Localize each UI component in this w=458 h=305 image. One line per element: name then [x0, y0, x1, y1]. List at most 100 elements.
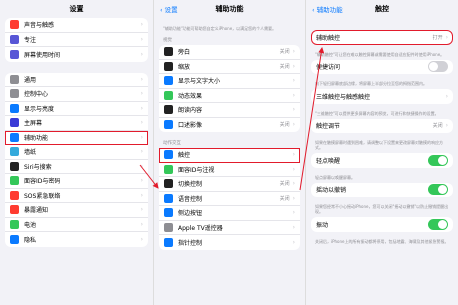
shake-to-undo-note: 如果您经常不小心摇动iPhone，您可以关闭"摇动以撤销"以防止撤销提醒出现。 [315, 204, 449, 214]
settings-row[interactable]: 面容ID与密码 › [5, 174, 148, 189]
chevron-right-icon: › [140, 21, 143, 29]
row-label: 控制中心 [24, 91, 49, 99]
audiodesc-icon [164, 120, 173, 130]
interaction-group: 触控 › 面容ID与注视 › 切换控制 关闭 › 语音控制 关闭 › 侧边按钮 › Apple TV遥控… [159, 148, 300, 250]
chevron-right-icon: › [140, 148, 143, 156]
settings-row[interactable]: 屏幕使用时间 › [5, 47, 148, 62]
row-label: 触控 [178, 152, 191, 160]
settings-row[interactable]: 旁白 关闭 › [159, 45, 300, 60]
settings-row[interactable]: Siri与搜索 › [5, 160, 148, 174]
row-label: 口述影像 [178, 122, 203, 130]
chevron-right-icon: › [445, 92, 448, 100]
settings-row[interactable]: Apple TV遥控器 › [159, 221, 300, 235]
row-label: 旁白 [178, 49, 191, 57]
vision-group: 旁白 关闭 › 缩放 关闭 › 显示与文字大小 › 动态效果 › 朗读内容 › 口述影像 关闭 › [159, 45, 300, 132]
chevron-right-icon: › [292, 77, 295, 85]
section-header-vision: 视觉 [163, 38, 172, 43]
chevron-right-icon: › [292, 238, 295, 246]
settings-panel: 设置 声音与触感 › 专注 › 屏幕使用时间 › 通用 › 控制中心 › 显示与亮度 › 主屏幕 › 辅助… [0, 0, 153, 305]
settings-row[interactable]: 触控 › [159, 148, 300, 163]
assistive-touch-group: 辅助触控 打开 › [311, 30, 453, 45]
reachability-note: 向下轻扫屏幕底部边缘，将屏幕上半部分拉至您的拇指范围内。 [315, 81, 427, 86]
row-label: 指针控制 [178, 239, 203, 247]
switch-control-icon [164, 179, 173, 189]
row-label: 语音控制 [178, 195, 203, 203]
settings-row[interactable]: 侧边按钮 › [159, 206, 300, 221]
accessibility-panel: ‹ 设置 辅助功能 "辅助功能"功能可帮助您自定义iPhone，以满足您的个人需… [153, 0, 305, 305]
sound-icon [10, 20, 19, 30]
tap-to-wake-note: 轻点屏幕以唤醒屏幕。 [315, 174, 355, 180]
settings-row[interactable]: 指针控制 › [159, 235, 300, 250]
settings-row[interactable]: 动态效果 › [159, 89, 300, 103]
chevron-right-icon: › [140, 191, 143, 199]
tap-to-wake-row: 轻点唤醒 [311, 153, 453, 168]
row-label: 隐私 [24, 236, 37, 244]
brightness-icon [10, 103, 19, 113]
settings-row[interactable]: 口述影像 关闭 › [159, 118, 300, 133]
row-label: Apple TV遥控器 [178, 224, 223, 232]
haptic-group: 三维触控与触感触控 › [311, 89, 453, 104]
row-label: 显示与文字大小 [178, 78, 221, 86]
settings-row[interactable]: 墙纸 › [5, 145, 148, 160]
faceid-icon [164, 164, 173, 174]
intro-text: "辅助功能"功能可帮助您自定义iPhone，以满足您的个人需要。 [163, 26, 277, 31]
row-label: 屏幕使用时间 [24, 51, 61, 59]
row-label: SOS紧急联络 [24, 192, 61, 200]
page-title: 设置 [69, 5, 84, 13]
row-label: 辅助功能 [24, 134, 49, 142]
row-value: 关闭 [279, 195, 290, 202]
row-label: 动态效果 [178, 92, 203, 100]
settings-row[interactable]: 辅助功能 › [5, 130, 148, 145]
chevron-right-icon: › [292, 194, 295, 202]
row-label: 缩放 [178, 63, 191, 71]
settings-group-1: 声音与触感 › 专注 › 屏幕使用时间 › [5, 18, 148, 62]
settings-row[interactable]: 暴露通知 › [5, 203, 148, 218]
settings-row[interactable]: 主屏幕 › [5, 116, 148, 131]
settings-row[interactable]: 显示与文字大小 › [159, 74, 300, 89]
row-label: 电池 [24, 221, 37, 229]
back-button[interactable]: ‹ 辅助功能 [312, 4, 343, 14]
settings-row[interactable]: 面容ID与注视 › [159, 163, 300, 177]
settings-row[interactable]: SOS紧急联络 › [5, 189, 148, 203]
settings-row[interactable]: 通用 › [5, 73, 148, 87]
shake-to-undo-row: 摇动以撤销 [311, 183, 453, 198]
settings-row[interactable]: 语音控制 关闭 › [159, 192, 300, 206]
settings-row[interactable]: 切换控制 关闭 › [159, 177, 300, 192]
settings-row[interactable]: 缩放 关闭 › [159, 60, 300, 74]
tap-to-wake-toggle[interactable] [428, 154, 448, 166]
settings-row[interactable]: 控制中心 › [5, 87, 148, 102]
settings-row[interactable]: 隐私 › [5, 232, 148, 247]
pointer-icon [164, 237, 173, 247]
row-label: 朗读内容 [178, 107, 203, 115]
textsize-icon [164, 76, 173, 86]
chevron-right-icon: › [140, 162, 143, 170]
shake-to-undo-toggle[interactable] [428, 184, 448, 196]
sos-icon [10, 190, 19, 200]
settings-row[interactable]: 电池 › [5, 218, 148, 232]
section-header-interaction: 动作交互 [163, 141, 181, 146]
page-title: 触控 [375, 5, 389, 13]
settings-row[interactable]: 专注 › [5, 33, 148, 47]
settings-row[interactable]: 显示与亮度 › [5, 102, 148, 116]
reachability-row: 便捷访问 [311, 60, 453, 75]
chevron-right-icon: › [140, 206, 143, 214]
tap-to-wake-group: 轻点唤醒 [311, 153, 453, 168]
remote-icon [164, 222, 173, 232]
reachability-toggle[interactable] [428, 61, 448, 73]
settings-row[interactable]: 朗读内容 › [159, 103, 300, 118]
haptic-touch-row[interactable]: 三维触控与触感触控 › [311, 89, 453, 104]
chevron-right-icon: › [140, 50, 143, 58]
row-value: 关闭 [279, 181, 290, 188]
row-value: 关闭 [279, 63, 290, 70]
back-button[interactable]: ‹ 设置 [160, 4, 178, 14]
vibration-toggle[interactable] [428, 218, 448, 230]
settings-row[interactable]: 声音与触感 › [5, 18, 148, 33]
motion-icon [164, 90, 173, 100]
row-value: 关闭 [279, 49, 290, 56]
assistive-touch-row[interactable]: 辅助触控 打开 › [311, 30, 453, 45]
voice-control-icon [164, 193, 173, 203]
row-label: 主屏幕 [24, 120, 43, 128]
row-label: 面容ID与注视 [178, 166, 215, 174]
touch-accommodations-row[interactable]: 触控调节 关闭 › [311, 119, 453, 134]
switches-icon [10, 89, 19, 99]
